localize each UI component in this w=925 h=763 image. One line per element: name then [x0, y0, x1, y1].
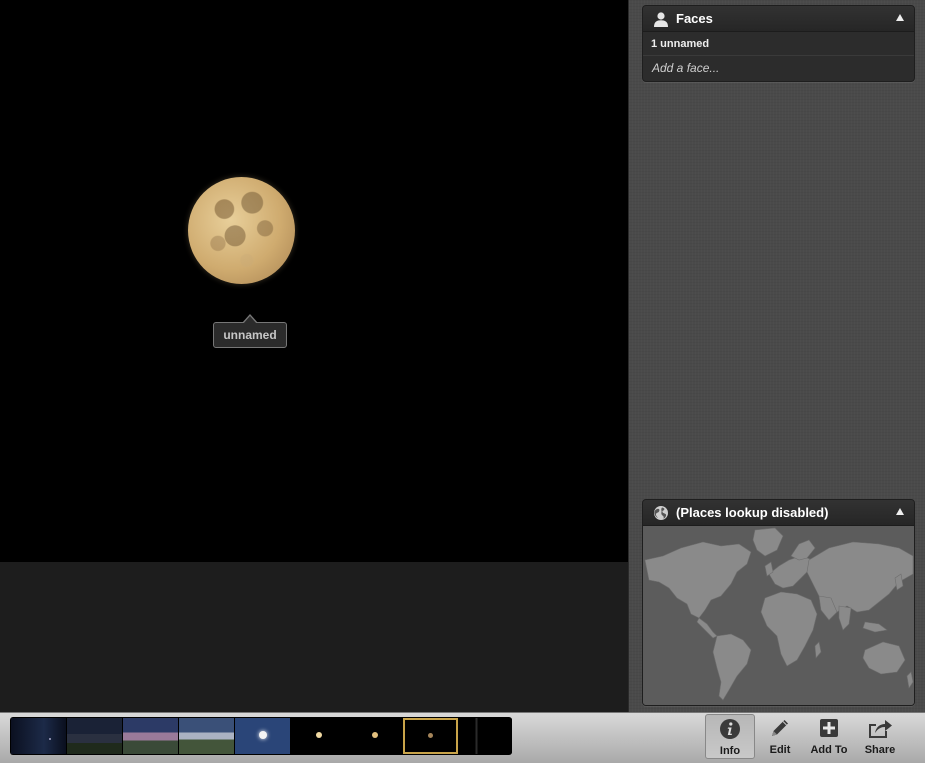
photo[interactable]: unnamed	[0, 0, 628, 562]
places-panel: (Places lookup disabled)	[642, 499, 915, 706]
thumbnail[interactable]	[235, 718, 290, 754]
share-label: Share	[864, 744, 896, 756]
globe-icon	[652, 504, 670, 522]
thumbnail[interactable]	[123, 718, 178, 754]
photo-viewer: unnamed	[0, 0, 628, 712]
thumbnail-selected[interactable]	[403, 718, 458, 754]
places-title: (Places lookup disabled)	[676, 505, 829, 520]
add-to-button[interactable]: Add To	[804, 714, 854, 759]
add-face-field[interactable]: Add a face...	[643, 56, 914, 81]
share-icon	[855, 714, 905, 742]
thumbnail[interactable]	[179, 718, 234, 754]
filmstrip[interactable]	[10, 717, 512, 755]
thumbnail[interactable]	[11, 718, 66, 754]
edit-label: Edit	[769, 744, 791, 756]
moon-image	[188, 177, 295, 284]
faces-title: Faces	[676, 11, 713, 26]
person-icon	[652, 10, 670, 28]
share-button[interactable]: Share	[855, 714, 905, 759]
faces-header[interactable]: Faces	[643, 6, 914, 32]
places-header[interactable]: (Places lookup disabled)	[643, 500, 914, 526]
thumbnail[interactable]	[459, 718, 512, 754]
bottom-toolbar: Info Edit Add To Share	[0, 712, 925, 763]
faces-count: 1 unnamed	[643, 32, 914, 56]
add-to-label: Add To	[810, 744, 848, 756]
edit-button[interactable]: Edit	[755, 714, 805, 759]
thumbnail[interactable]	[291, 718, 346, 754]
faces-panel: Faces 1 unnamed Add a face...	[642, 5, 915, 82]
thumbnail[interactable]	[67, 718, 122, 754]
world-map[interactable]	[643, 526, 914, 705]
info-button[interactable]: Info	[705, 714, 755, 759]
collapse-triangle-icon[interactable]	[896, 14, 904, 21]
add-icon	[804, 714, 854, 742]
face-name-tag[interactable]: unnamed	[213, 314, 287, 348]
thumbnail[interactable]	[347, 718, 402, 754]
collapse-triangle-icon[interactable]	[896, 508, 904, 515]
info-label: Info	[719, 745, 741, 757]
info-icon	[706, 715, 754, 743]
info-sidebar: Faces 1 unnamed Add a face... (Places lo…	[628, 0, 925, 712]
pencil-icon	[755, 714, 805, 742]
